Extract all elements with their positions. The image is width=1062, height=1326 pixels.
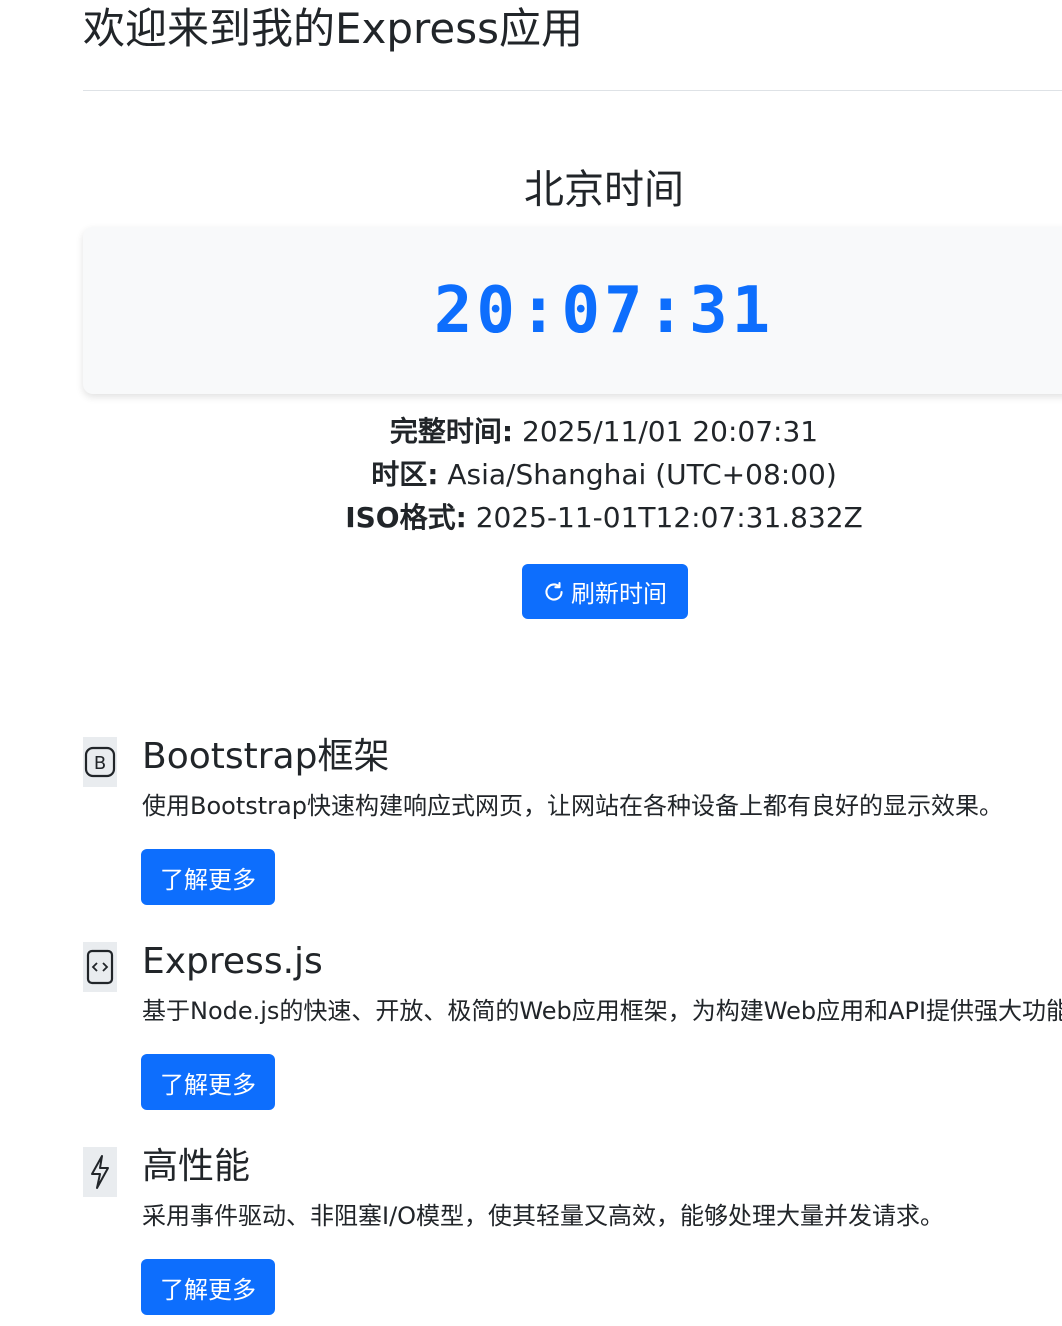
iso-value: 2025-11-01T12:07:31.832Z [475, 501, 863, 534]
clock-card: 20:07:31 [83, 227, 1062, 394]
code-file-icon [83, 942, 117, 992]
feature-title: Bootstrap框架 [142, 736, 390, 777]
feature-title: 高性能 [142, 1146, 251, 1187]
full-time-label: 完整时间: [389, 415, 514, 448]
timezone-row: 时区: Asia/Shanghai (UTC+08:00) [83, 453, 1062, 496]
timezone-value: Asia/Shanghai (UTC+08:00) [447, 458, 837, 491]
feature-description: 采用事件驱动、非阻塞I/O模型，使其轻量又高效，能够处理大量并发请求。 [142, 1202, 945, 1230]
full-time-value: 2025/11/01 20:07:31 [522, 415, 819, 448]
learn-more-button[interactable]: 了解更多 [141, 1259, 275, 1315]
page: 欢迎来到我的Express应用 北京时间 20:07:31 完整时间: 2025… [0, 0, 1062, 1326]
learn-more-button[interactable]: 了解更多 [141, 849, 275, 905]
feature-description: 使用Bootstrap快速构建响应式网页，让网站在各种设备上都有良好的显示效果。 [142, 792, 1003, 820]
timezone-label: 时区: [371, 458, 439, 491]
learn-more-button[interactable]: 了解更多 [141, 1054, 275, 1110]
iso-row: ISO格式: 2025-11-01T12:07:31.832Z [83, 496, 1062, 539]
page-title: 欢迎来到我的Express应用 [83, 4, 584, 53]
iso-label: ISO格式: [345, 501, 467, 534]
refresh-time-label: 刷新时间 [571, 580, 667, 608]
clock-heading: 北京时间 [524, 167, 684, 213]
arrow-clockwise-icon [543, 581, 565, 603]
bootstrap-icon: B [83, 737, 117, 787]
feature-title: Express.js [142, 941, 323, 982]
feature-description: 基于Node.js的快速、开放、极简的Web应用框架，为构建Web应用和API提… [142, 997, 1062, 1025]
time-info: 完整时间: 2025/11/01 20:07:31 时区: Asia/Shang… [83, 410, 1062, 539]
lightning-icon [83, 1147, 117, 1197]
header-divider [83, 90, 1062, 91]
svg-text:B: B [94, 753, 106, 774]
refresh-time-button[interactable]: 刷新时间 [522, 564, 688, 619]
full-time-row: 完整时间: 2025/11/01 20:07:31 [83, 410, 1062, 453]
clock-time: 20:07:31 [433, 274, 775, 348]
